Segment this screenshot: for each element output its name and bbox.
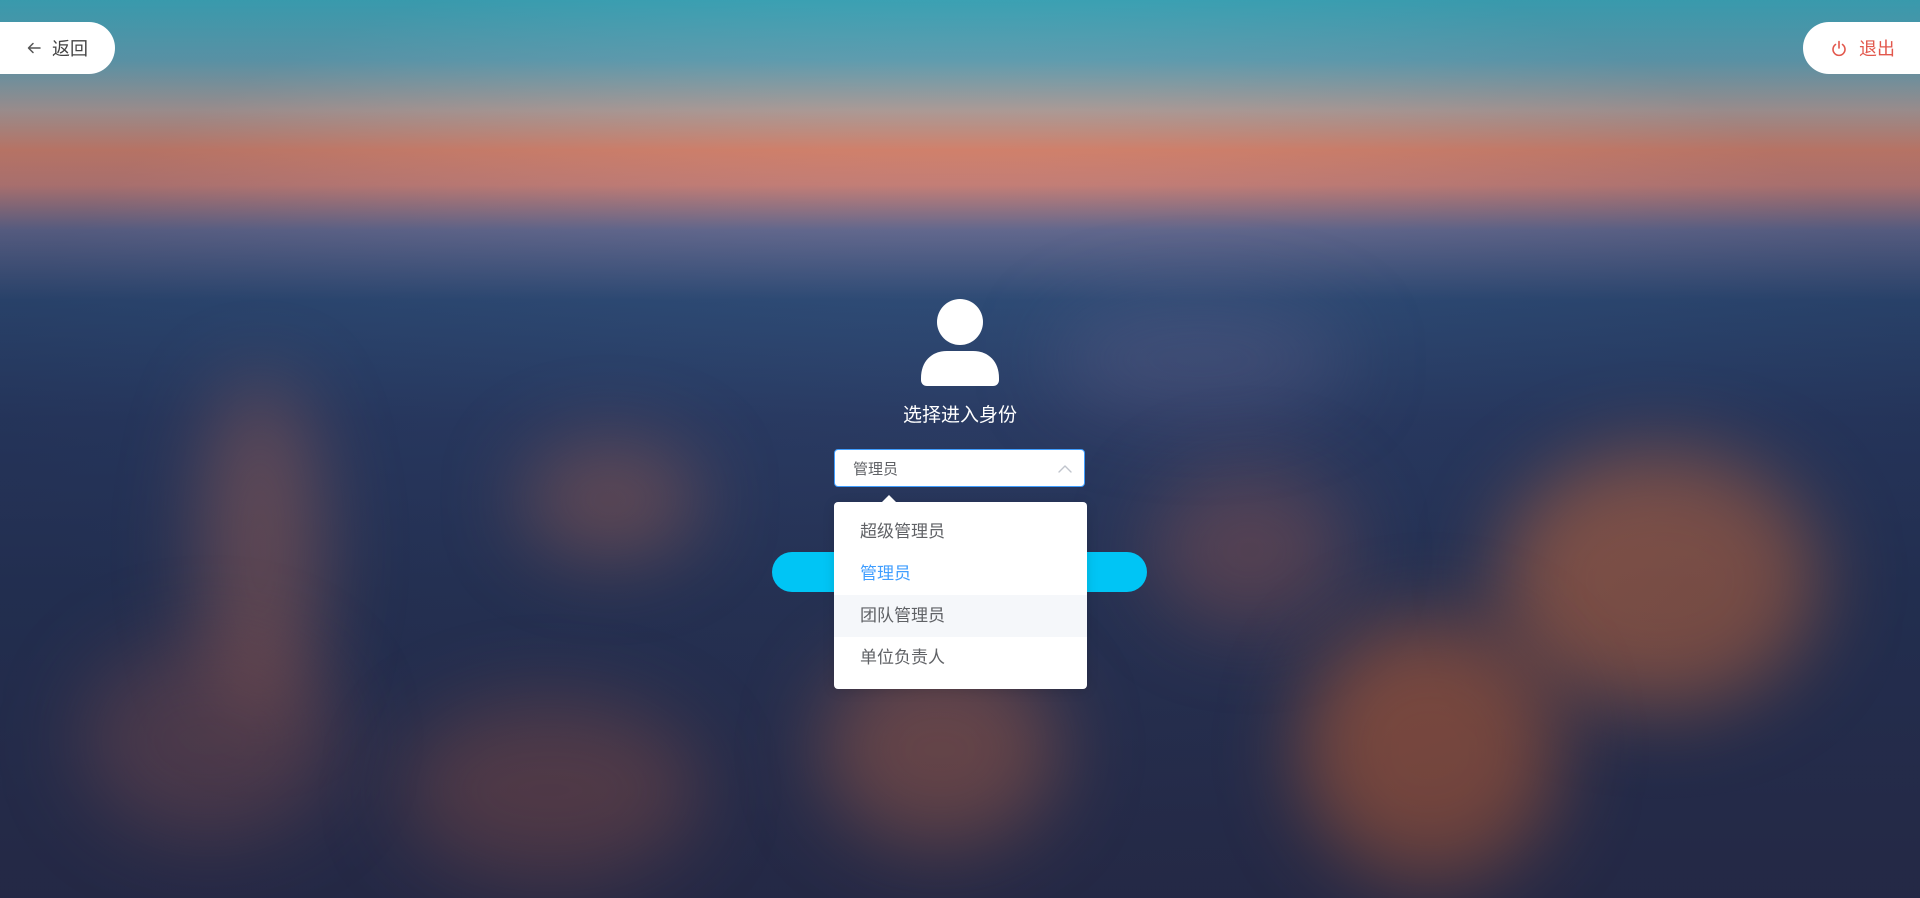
back-button[interactable]: 返回 bbox=[0, 22, 115, 74]
dropdown-caret bbox=[882, 495, 896, 502]
identity-dropdown: 超级管理员 管理员 团队管理员 单位负责人 bbox=[834, 495, 1087, 689]
option-super-admin[interactable]: 超级管理员 bbox=[834, 511, 1087, 553]
exit-label: 退出 bbox=[1859, 39, 1895, 60]
identity-select-value: 管理员 bbox=[853, 459, 899, 478]
option-admin[interactable]: 管理员 bbox=[834, 553, 1087, 595]
chevron-up-icon bbox=[1058, 464, 1072, 473]
option-team-admin[interactable]: 团队管理员 bbox=[834, 595, 1087, 637]
back-label: 返回 bbox=[52, 39, 88, 60]
power-icon bbox=[1831, 40, 1847, 57]
arrow-left-icon bbox=[26, 40, 42, 56]
identity-select[interactable]: 管理员 bbox=[834, 449, 1085, 487]
page-title: 选择进入身份 bbox=[902, 404, 1017, 426]
exit-button[interactable]: 退出 bbox=[1803, 22, 1920, 74]
user-icon bbox=[921, 298, 999, 386]
option-unit-leader[interactable]: 单位负责人 bbox=[834, 637, 1087, 679]
